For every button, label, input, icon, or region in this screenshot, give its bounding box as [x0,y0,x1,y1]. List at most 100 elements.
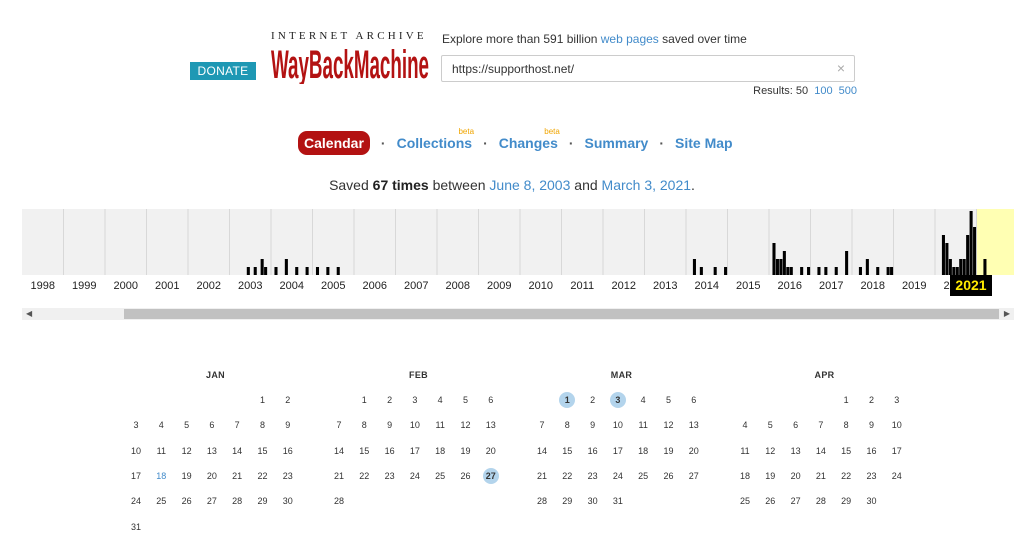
explore-prefix: Explore more than 591 billion [442,32,601,46]
capture-bar[interactable] [858,267,862,275]
results-100-link[interactable]: 100 [814,85,832,97]
logo-top-text: INTERNET ARCHIVE [271,30,427,42]
year-label[interactable]: 2005 [313,280,355,292]
year-label[interactable]: 2012 [603,280,645,292]
results-500-link[interactable]: 500 [839,85,857,97]
year-label[interactable]: 2001 [147,280,189,292]
capture-bar[interactable] [782,251,786,275]
tab-changes[interactable]: Changes beta [499,127,560,151]
capture-bar[interactable] [699,267,703,275]
capture-bar[interactable] [948,259,952,275]
capture-bar[interactable] [779,259,783,275]
wayback-logo[interactable]: INTERNET ARCHIVE WayBackMachine [271,30,429,86]
capture-bar[interactable] [834,267,838,275]
capture-bar[interactable] [966,235,970,275]
clear-icon[interactable]: × [837,60,845,76]
capture-bar[interactable] [865,259,869,275]
capture-bar[interactable] [876,267,880,275]
year-label[interactable]: 2015 [728,280,770,292]
year-label[interactable]: 2019 [894,280,936,292]
capture-bar[interactable] [295,267,299,275]
capture-bar[interactable] [274,267,278,275]
year-label[interactable]: 2002 [188,280,230,292]
scroll-left-icon[interactable]: ◀ [26,308,32,320]
capture-day[interactable]: 3 [609,392,626,408]
calendar-day: 5 [767,420,773,431]
calendar-day: 29 [257,496,268,507]
capture-bar[interactable] [305,267,309,275]
capture-bar[interactable] [724,267,728,275]
last-capture-link[interactable]: March 3, 2021 [602,177,692,193]
year-label[interactable]: 2006 [354,280,396,292]
year-label[interactable]: 2011 [562,280,604,292]
capture-bar[interactable] [260,259,264,275]
capture-bar[interactable] [713,267,717,275]
capture-bar[interactable] [284,259,288,275]
year-label[interactable]: 2013 [645,280,687,292]
capture-bar[interactable] [253,267,257,275]
selected-year[interactable]: 2021 [950,275,992,296]
web-pages-link[interactable]: web pages [601,32,659,46]
calendar-day: 22 [257,470,268,481]
year-label[interactable]: 2014 [686,280,728,292]
capture-bar[interactable] [952,267,956,275]
capture-bar[interactable] [817,267,821,275]
capture-bar[interactable] [890,267,894,275]
calendar-day: 2 [868,395,874,405]
capture-bar[interactable] [807,267,811,275]
capture-day[interactable]: 1 [559,392,576,408]
tab-calendar[interactable]: Calendar [298,131,370,155]
capture-bar[interactable] [336,267,340,275]
capture-bar[interactable] [326,267,330,275]
capture-bar[interactable] [789,267,793,275]
capture-bar[interactable] [845,251,849,275]
capture-bar[interactable] [800,267,804,275]
calendar-day[interactable]: 18 [153,468,169,484]
calendar-day: 6 [488,395,494,405]
tab-collections[interactable]: Collections beta [397,127,474,151]
year-label[interactable]: 2018 [852,280,894,292]
capture-bar[interactable] [315,267,320,275]
year-label[interactable]: 2010 [520,280,562,292]
year-label[interactable]: 1999 [64,280,106,292]
timeline-scrollbar[interactable]: ◀ ▶ [22,308,1014,320]
capture-bar[interactable] [945,243,949,275]
calendar-day: 8 [843,420,849,431]
year-label[interactable]: 2017 [811,280,853,292]
capture-bar[interactable] [786,267,790,275]
url-input[interactable] [452,62,822,76]
year-label[interactable]: 2004 [271,280,313,292]
year-label[interactable]: 1998 [22,280,64,292]
capture-day[interactable]: 27 [482,467,499,484]
capture-bar[interactable] [772,243,776,275]
capture-bar[interactable] [955,267,959,275]
capture-bar[interactable] [246,267,250,275]
year-label[interactable]: 2007 [396,280,438,292]
tab-summary[interactable]: Summary [585,135,649,151]
calendar-day: 18 [435,445,446,456]
capture-bar[interactable] [775,259,779,275]
capture-bar[interactable] [969,211,973,275]
year-label[interactable]: 2008 [437,280,479,292]
scrollbar-thumb[interactable] [124,309,999,319]
capture-bar[interactable] [886,267,890,275]
first-capture-link[interactable]: June 8, 2003 [489,177,570,193]
capture-bar[interactable] [264,267,268,275]
capture-bar[interactable] [941,235,945,275]
year-label[interactable]: 2016 [769,280,811,292]
url-search-box[interactable]: × [441,55,855,82]
beta-badge: beta [544,127,560,136]
capture-bar[interactable] [973,227,977,275]
year-label[interactable]: 2003 [230,280,272,292]
year-label[interactable]: 2009 [479,280,521,292]
capture-bar[interactable] [692,259,696,275]
capture-bar[interactable] [959,259,963,275]
capture-bar[interactable] [824,267,828,275]
year-label[interactable]: 2000 [105,280,147,292]
donate-button[interactable]: DONATE [190,62,256,80]
capture-bar[interactable] [962,259,966,275]
tab-sitemap[interactable]: Site Map [675,135,733,151]
capture-sparkline[interactable] [22,209,1014,275]
scroll-right-icon[interactable]: ▶ [1004,308,1010,320]
capture-bar[interactable] [983,259,987,275]
